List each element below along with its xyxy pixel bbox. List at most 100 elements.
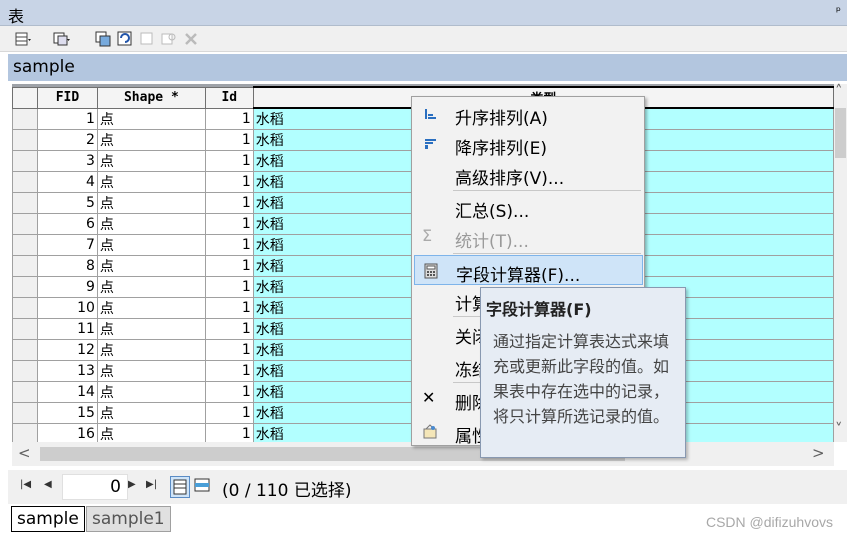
menu-item-label: 高级排序(V)... <box>455 169 565 189</box>
cell-id[interactable]: 1 <box>204 402 254 424</box>
row-selector[interactable] <box>12 213 38 235</box>
row-selector[interactable] <box>12 297 38 319</box>
menu-item-statistics[interactable]: Σ 统计(T)... <box>414 222 643 252</box>
row-selector[interactable] <box>12 381 38 403</box>
cell-shape[interactable]: 点 <box>96 150 206 172</box>
cell-shape[interactable]: 点 <box>96 213 206 235</box>
cell-fid[interactable]: 16 <box>36 423 98 442</box>
cell-fid[interactable]: 8 <box>36 255 98 277</box>
cell-id[interactable]: 1 <box>204 297 254 319</box>
cell-id[interactable]: 1 <box>204 276 254 298</box>
previous-record-icon[interactable]: ◀ <box>44 479 52 490</box>
cell-id[interactable]: 1 <box>204 213 254 235</box>
cell-fid[interactable]: 7 <box>36 234 98 256</box>
cell-shape[interactable]: 点 <box>96 402 206 424</box>
cell-id[interactable]: 1 <box>204 171 254 193</box>
cell-fid[interactable]: 12 <box>36 339 98 361</box>
cell-id[interactable]: 1 <box>204 339 254 361</box>
cell-fid[interactable]: 11 <box>36 318 98 340</box>
cell-fid[interactable]: 2 <box>36 129 98 151</box>
switch-selection-icon[interactable] <box>116 30 134 48</box>
row-selector[interactable] <box>12 276 38 298</box>
clear-selection-icon[interactable] <box>138 30 156 48</box>
row-selector[interactable] <box>12 423 38 442</box>
cell-shape[interactable]: 点 <box>96 360 206 382</box>
delete-selected-icon[interactable] <box>182 30 200 48</box>
first-record-icon[interactable]: |◀ <box>20 479 31 490</box>
menu-item-summarize[interactable]: 汇总(S)... <box>414 192 643 222</box>
cell-shape[interactable]: 点 <box>96 423 206 442</box>
menu-item-advanced-sort[interactable]: 高级排序(V)... <box>414 159 643 189</box>
row-selector[interactable] <box>12 192 38 214</box>
cell-id[interactable]: 1 <box>204 381 254 403</box>
cell-shape[interactable]: 点 <box>96 192 206 214</box>
cell-id[interactable]: 1 <box>204 192 254 214</box>
cell-fid[interactable]: 13 <box>36 360 98 382</box>
cell-id[interactable]: 1 <box>204 360 254 382</box>
tab-sample1[interactable]: sample1 <box>86 506 171 532</box>
cell-id[interactable]: 1 <box>204 234 254 256</box>
row-selector[interactable] <box>12 255 38 277</box>
cell-fid[interactable]: 4 <box>36 171 98 193</box>
cell-fid[interactable]: 10 <box>36 297 98 319</box>
related-tables-icon[interactable] <box>52 30 70 48</box>
cell-id[interactable]: 1 <box>204 107 254 130</box>
scroll-up-icon[interactable]: ˄ <box>835 82 843 100</box>
menu-separator <box>453 190 641 191</box>
cell-shape[interactable]: 点 <box>96 234 206 256</box>
cell-shape[interactable]: 点 <box>96 381 206 403</box>
cell-shape[interactable]: 点 <box>96 318 206 340</box>
cell-id[interactable]: 1 <box>204 318 254 340</box>
zoom-to-selected-icon[interactable] <box>160 30 178 48</box>
tab-sample[interactable]: sample <box>11 506 85 532</box>
cell-fid[interactable]: 6 <box>36 213 98 235</box>
cell-shape[interactable]: 点 <box>96 339 206 361</box>
menu-item-field-calculator[interactable]: 字段计算器(F)... <box>414 255 643 286</box>
cell-fid[interactable]: 5 <box>36 192 98 214</box>
scroll-right-icon[interactable]: > <box>812 444 825 462</box>
column-header-shape[interactable]: Shape * <box>96 86 206 109</box>
cell-shape[interactable]: 点 <box>96 129 206 151</box>
show-selected-records-icon[interactable] <box>194 478 210 492</box>
column-header-id[interactable]: Id <box>204 86 254 109</box>
pin-icon[interactable]: ᵖ <box>836 4 841 18</box>
next-record-icon[interactable]: ▶ <box>128 479 136 490</box>
table-options-icon[interactable] <box>14 30 32 48</box>
cell-id[interactable]: 1 <box>204 255 254 277</box>
cell-fid[interactable]: 1 <box>36 107 98 130</box>
menu-separator <box>453 253 641 254</box>
vertical-scrollbar[interactable]: ˄ ˅ <box>834 82 847 442</box>
row-selector[interactable] <box>12 360 38 382</box>
row-selector[interactable] <box>12 150 38 172</box>
row-selector-header[interactable] <box>12 86 38 109</box>
last-record-icon[interactable]: ▶| <box>146 479 157 490</box>
cell-fid[interactable]: 15 <box>36 402 98 424</box>
cell-shape[interactable]: 点 <box>96 171 206 193</box>
select-by-attributes-icon[interactable] <box>94 30 112 48</box>
cell-id[interactable]: 1 <box>204 423 254 442</box>
cell-shape[interactable]: 点 <box>96 107 206 130</box>
row-selector[interactable] <box>12 171 38 193</box>
menu-item-sort-descending[interactable]: 降序排列(E) <box>414 129 643 159</box>
vertical-scroll-thumb[interactable] <box>835 108 846 158</box>
column-header-fid[interactable]: FID <box>36 86 98 109</box>
cell-fid[interactable]: 14 <box>36 381 98 403</box>
current-record-input[interactable]: 0 <box>62 474 128 500</box>
row-selector[interactable] <box>12 339 38 361</box>
scroll-left-icon[interactable]: < <box>18 444 31 462</box>
cell-id[interactable]: 1 <box>204 150 254 172</box>
menu-item-sort-ascending[interactable]: 升序排列(A) <box>414 99 643 129</box>
cell-shape[interactable]: 点 <box>96 255 206 277</box>
cell-shape[interactable]: 点 <box>96 297 206 319</box>
scroll-down-icon[interactable]: ˅ <box>835 420 843 438</box>
row-selector[interactable] <box>12 234 38 256</box>
row-selector[interactable] <box>12 129 38 151</box>
row-selector[interactable] <box>12 107 38 130</box>
cell-id[interactable]: 1 <box>204 129 254 151</box>
cell-fid[interactable]: 9 <box>36 276 98 298</box>
cell-fid[interactable]: 3 <box>36 150 98 172</box>
row-selector[interactable] <box>12 402 38 424</box>
row-selector[interactable] <box>12 318 38 340</box>
cell-shape[interactable]: 点 <box>96 276 206 298</box>
show-all-records-icon[interactable] <box>170 476 190 498</box>
